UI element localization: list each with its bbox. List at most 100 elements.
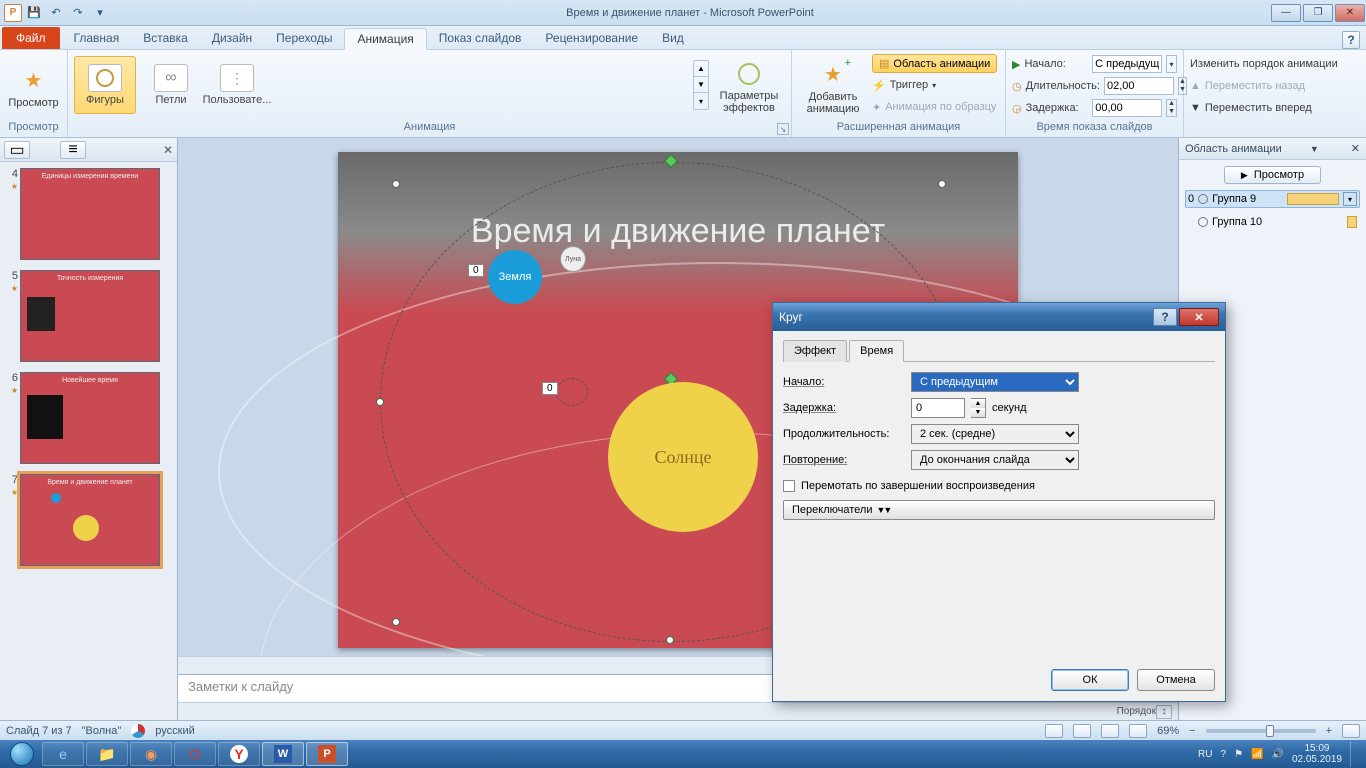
- dialog-tab-timing[interactable]: Время: [849, 340, 904, 362]
- zoom-percent[interactable]: 69%: [1157, 725, 1179, 737]
- timing-duration-input[interactable]: [1104, 77, 1174, 95]
- tray-flag-icon[interactable]: ⚑: [1234, 749, 1243, 760]
- start-button[interactable]: [4, 741, 40, 767]
- gallery-down-icon[interactable]: ▼: [694, 77, 708, 93]
- thumb-4[interactable]: 4★ Единицы измерения времени: [2, 168, 175, 260]
- dialog-rewind-checkbox[interactable]: Перемотать по завершении воспроизведения: [783, 480, 1215, 492]
- timeline-bar[interactable]: [1347, 216, 1357, 228]
- delay-spinner[interactable]: ▲▼: [971, 398, 986, 418]
- qat-customize-icon[interactable]: ▾: [90, 3, 110, 23]
- thumb-view-slides[interactable]: ▭: [4, 141, 30, 159]
- thumb-list[interactable]: 4★ Единицы измерения времени 5★ Точность…: [0, 162, 177, 720]
- dialog-start-select[interactable]: С предыдущим: [911, 372, 1079, 392]
- fit-to-window-icon[interactable]: [1342, 724, 1360, 738]
- tray-lang[interactable]: RU: [1198, 749, 1212, 760]
- redo-icon[interactable]: ↷: [68, 3, 88, 23]
- dialog-tab-effect[interactable]: Эффект: [783, 340, 847, 362]
- dialog-titlebar[interactable]: Круг ? ✕: [773, 303, 1225, 331]
- tray-network-icon[interactable]: 📶: [1251, 749, 1263, 760]
- chevron-down-icon[interactable]: ▾: [1166, 55, 1177, 73]
- zoom-slider[interactable]: [1206, 729, 1316, 733]
- dialog-delay-input[interactable]: [911, 398, 965, 418]
- task-wmp[interactable]: ◉: [130, 742, 172, 766]
- view-slideshow-icon[interactable]: [1129, 724, 1147, 738]
- restore-button[interactable]: ❐: [1303, 4, 1333, 22]
- thumb-7[interactable]: 7★ Время и движение планет: [2, 474, 175, 566]
- dialog-duration-select[interactable]: 2 сек. (средне): [911, 424, 1079, 444]
- gallery-scroll[interactable]: ▲ ▼ ▾: [693, 60, 709, 110]
- thumb-view-outline[interactable]: ≡: [60, 141, 86, 159]
- tab-home[interactable]: Главная: [62, 27, 132, 49]
- dialog-close-icon[interactable]: ✕: [1179, 308, 1219, 326]
- shape-moon[interactable]: Луна: [560, 246, 586, 272]
- tray-clock[interactable]: 15:09 02.05.2019: [1292, 743, 1342, 765]
- zoom-out-icon[interactable]: −: [1189, 725, 1195, 737]
- timing-start-input[interactable]: [1092, 55, 1162, 73]
- anim-tag-small[interactable]: 0: [542, 382, 558, 395]
- tab-review[interactable]: Рецензирование: [533, 27, 650, 49]
- task-yandex[interactable]: Y: [218, 742, 260, 766]
- thumb-5[interactable]: 5★ Точность измерения: [2, 270, 175, 362]
- tab-animations[interactable]: Анимация: [344, 28, 426, 50]
- reorder-icon[interactable]: ↕: [1156, 705, 1172, 719]
- task-opera[interactable]: O: [174, 742, 216, 766]
- gallery-loops[interactable]: ∞ Петли: [140, 56, 202, 114]
- status-spellcheck-icon[interactable]: [131, 724, 145, 738]
- save-icon[interactable]: 💾: [24, 3, 44, 23]
- task-ie[interactable]: e: [42, 742, 84, 766]
- shape-sun[interactable]: Солнце: [608, 382, 758, 532]
- view-normal-icon[interactable]: [1045, 724, 1063, 738]
- trigger-button[interactable]: ⚡ Триггер ▾: [872, 75, 997, 95]
- task-explorer[interactable]: 📁: [86, 742, 128, 766]
- gallery-shapes[interactable]: Фигуры: [74, 56, 136, 114]
- thumb-6[interactable]: 6★ Новейшее время: [2, 372, 175, 464]
- status-language[interactable]: русский: [155, 725, 194, 737]
- dialog-triggers-toggle[interactable]: Переключатели ▼▼: [783, 500, 1215, 520]
- tray-help-icon[interactable]: ?: [1221, 749, 1227, 760]
- tab-insert[interactable]: Вставка: [131, 27, 200, 49]
- item-menu-icon[interactable]: ▾: [1343, 192, 1357, 206]
- add-animation-button[interactable]: ★+ Добавить анимацию: [798, 52, 868, 121]
- pane-close-icon[interactable]: ✕: [1351, 142, 1360, 155]
- ribbon-help-icon[interactable]: ?: [1342, 31, 1360, 49]
- tab-view[interactable]: Вид: [650, 27, 696, 49]
- checkbox-icon[interactable]: [783, 480, 795, 492]
- close-button[interactable]: ✕: [1335, 4, 1365, 22]
- motion-path-small[interactable]: [556, 378, 588, 406]
- timeline-bar[interactable]: [1287, 193, 1339, 205]
- minimize-button[interactable]: ―: [1271, 4, 1301, 22]
- gallery-custom[interactable]: ⋮ Пользовате...: [206, 56, 268, 114]
- view-sorter-icon[interactable]: [1073, 724, 1091, 738]
- gallery-more-icon[interactable]: ▾: [694, 93, 708, 109]
- gallery-up-icon[interactable]: ▲: [694, 61, 708, 77]
- tab-transitions[interactable]: Переходы: [264, 27, 344, 49]
- powerpoint-app-icon[interactable]: P: [4, 4, 22, 22]
- shape-earth[interactable]: Земля: [488, 250, 542, 304]
- dialog-cancel-button[interactable]: Отмена: [1137, 669, 1215, 691]
- task-powerpoint[interactable]: P: [306, 742, 348, 766]
- anim-item-group9[interactable]: 0 Группа 9 ▾: [1185, 190, 1360, 208]
- file-tab[interactable]: Файл: [2, 27, 60, 49]
- animation-pane-toggle[interactable]: ▤ Область анимации: [872, 54, 997, 73]
- anim-item-group10[interactable]: Группа 10: [1185, 214, 1360, 230]
- dialog-launcher-icon[interactable]: ↘: [777, 123, 789, 135]
- show-desktop-button[interactable]: [1350, 741, 1358, 767]
- dialog-help-icon[interactable]: ?: [1153, 308, 1177, 326]
- timing-delay-input[interactable]: [1092, 99, 1162, 117]
- task-word[interactable]: W: [262, 742, 304, 766]
- dialog-repeat-select[interactable]: До окончания слайда: [911, 450, 1079, 470]
- move-later-button[interactable]: ▼Переместить вперед: [1190, 98, 1360, 118]
- anim-tag-earth[interactable]: 0: [468, 264, 484, 277]
- tray-volume-icon[interactable]: 🔊: [1271, 749, 1283, 760]
- chevron-down-icon[interactable]: ▼: [1310, 144, 1319, 154]
- zoom-in-icon[interactable]: +: [1326, 725, 1332, 737]
- zoom-knob[interactable]: [1266, 725, 1274, 737]
- preview-button[interactable]: ★ Просмотр: [6, 52, 61, 121]
- tab-design[interactable]: Дизайн: [200, 27, 264, 49]
- anim-play-button[interactable]: ▶ Просмотр: [1224, 166, 1321, 184]
- thumb-close-icon[interactable]: ✕: [163, 143, 173, 157]
- dialog-ok-button[interactable]: ОК: [1051, 669, 1129, 691]
- tab-slideshow[interactable]: Показ слайдов: [427, 27, 534, 49]
- undo-icon[interactable]: ↶: [46, 3, 66, 23]
- effect-options-button[interactable]: Параметры эффектов: [713, 56, 785, 116]
